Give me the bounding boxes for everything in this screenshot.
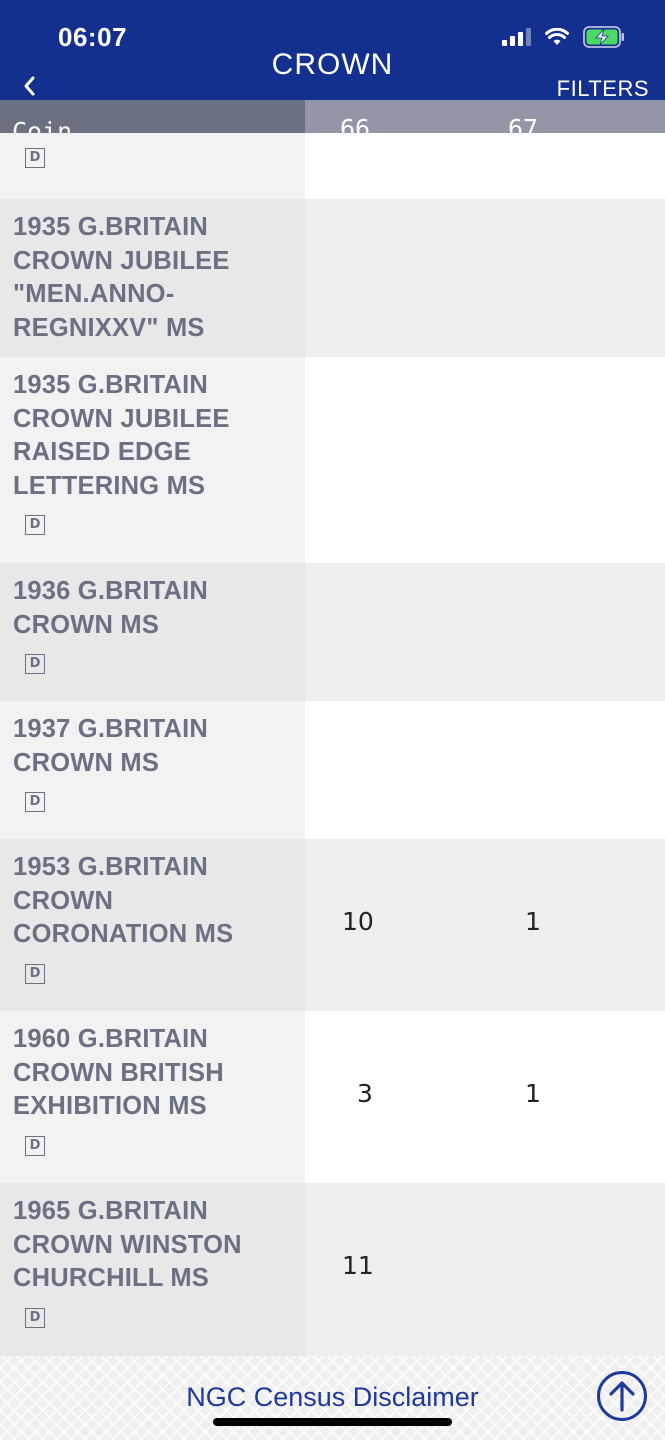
coin-name: 1935 G.BRITAIN CROWN JUBILEE RAISED EDGE… <box>13 371 230 500</box>
table-row[interactable]: 1953 G.BRITAIN CROWN CORONATION MS D 10 … <box>0 839 665 1011</box>
coin-name-cell: D <box>0 133 305 199</box>
grade-67-count[interactable]: 1 <box>525 907 541 936</box>
grade-values <box>305 133 665 199</box>
coin-name: 1965 G.BRITAIN CROWN WINSTON CHURCHILL M… <box>13 1197 242 1292</box>
grade-66-count[interactable]: 10 <box>342 907 374 936</box>
cellular-signal-icon <box>502 28 531 46</box>
table-row[interactable]: D <box>0 133 665 199</box>
coin-name: 1937 G.BRITAIN CROWN MS <box>13 715 209 777</box>
wifi-icon <box>545 28 569 45</box>
grade-66-count[interactable]: 3 <box>357 1079 373 1108</box>
table-row[interactable]: 1935 G.BRITAIN CROWN JUBILEE RAISED EDGE… <box>0 357 665 563</box>
grade-values <box>305 357 665 563</box>
footer: NGC Census Disclaimer <box>0 1356 665 1440</box>
grade-values <box>305 199 665 357</box>
grade-values <box>305 701 665 839</box>
d-designation-icon[interactable]: D <box>25 963 45 984</box>
table-row[interactable]: 1960 G.BRITAIN CROWN BRITISH EXHIBITION … <box>0 1011 665 1183</box>
d-designation-icon[interactable]: D <box>25 792 45 812</box>
grade-values: 11 <box>305 1183 665 1356</box>
d-designation-icon[interactable]: D <box>25 1135 45 1156</box>
census-disclaimer-link[interactable]: NGC Census Disclaimer <box>0 1382 665 1413</box>
coin-name-cell: 1936 G.BRITAIN CROWN MS D <box>0 563 305 701</box>
table-row[interactable]: 1935 G.BRITAIN CROWN JUBILEE "MEN.ANNO-R… <box>0 199 665 357</box>
d-designation-icon[interactable]: D <box>25 148 45 168</box>
d-designation-icon[interactable]: D <box>25 654 45 674</box>
table-row[interactable]: 1965 G.BRITAIN CROWN WINSTON CHURCHILL M… <box>0 1183 665 1356</box>
grade-67-count[interactable]: 1 <box>525 1079 541 1108</box>
arrow-up-circle-icon[interactable] <box>596 1370 648 1422</box>
home-indicator <box>213 1418 452 1426</box>
grade-values: 10 1 <box>305 839 665 1011</box>
coin-name: 1953 G.BRITAIN CROWN CORONATION MS <box>13 853 234 948</box>
battery-charging-icon <box>583 26 624 48</box>
grade-values: 3 1 <box>305 1011 665 1183</box>
coin-name: 1936 G.BRITAIN CROWN MS <box>13 577 209 639</box>
table-row[interactable]: 1937 G.BRITAIN CROWN MS D <box>0 701 665 839</box>
coin-name-cell: 1960 G.BRITAIN CROWN BRITISH EXHIBITION … <box>0 1011 305 1183</box>
coin-name-cell: 1953 G.BRITAIN CROWN CORONATION MS D <box>0 839 305 1011</box>
top-bar: 06:07 CROWN FILTERS <box>0 0 665 102</box>
d-designation-icon[interactable]: D <box>25 515 45 535</box>
grade-66-count[interactable]: 11 <box>342 1251 374 1280</box>
filters-button[interactable]: FILTERS <box>557 76 649 102</box>
status-icons <box>502 26 625 48</box>
grade-values <box>305 563 665 701</box>
table-row[interactable]: 1936 G.BRITAIN CROWN MS D <box>0 563 665 701</box>
coin-name: 1960 G.BRITAIN CROWN BRITISH EXHIBITION … <box>13 1025 224 1120</box>
coin-name-cell: 1937 G.BRITAIN CROWN MS D <box>0 701 305 839</box>
d-designation-icon[interactable]: D <box>25 1307 45 1328</box>
coin-name-cell: 1935 G.BRITAIN CROWN JUBILEE RAISED EDGE… <box>0 357 305 563</box>
coin-name: 1935 G.BRITAIN CROWN JUBILEE "MEN.ANNO-R… <box>13 213 230 342</box>
coin-name-cell: 1935 G.BRITAIN CROWN JUBILEE "MEN.ANNO-R… <box>0 199 305 357</box>
coin-name-cell: 1965 G.BRITAIN CROWN WINSTON CHURCHILL M… <box>0 1183 305 1356</box>
